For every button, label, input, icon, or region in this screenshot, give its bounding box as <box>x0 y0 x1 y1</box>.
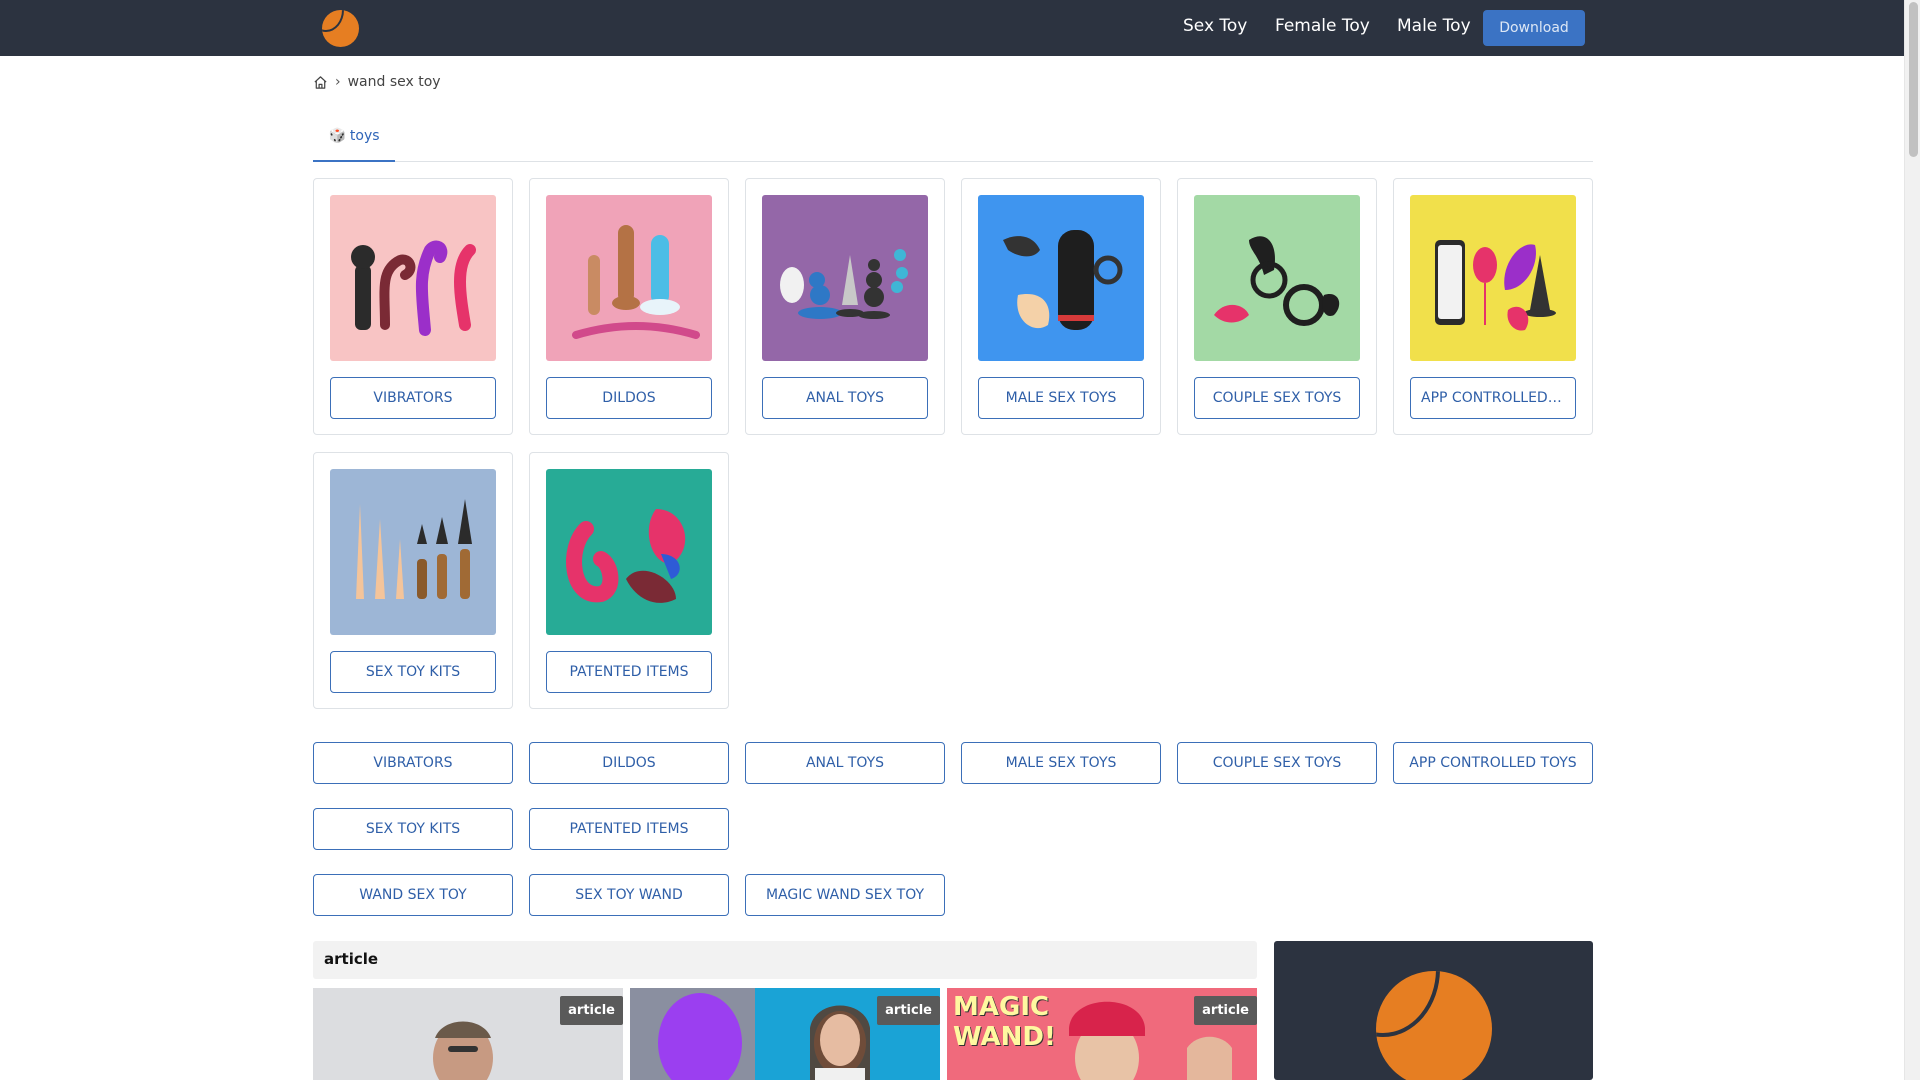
category-link-vibrators[interactable]: VIBRATORS <box>313 742 513 784</box>
couple-sex-toys-image[interactable] <box>1194 195 1360 361</box>
tab-label: toys <box>349 128 380 144</box>
vibrators-image[interactable] <box>330 195 496 361</box>
article-overlay-text: MAGIC WAND! <box>953 992 1056 1052</box>
article-thumbnail[interactable]: article <box>313 988 623 1080</box>
nav-link-female-toy[interactable]: Female Toy <box>1275 16 1370 36</box>
category-link-dildos[interactable]: DILDOS <box>529 742 729 784</box>
category-card-sex-toy-kits: SEX TOY KITS <box>313 452 513 709</box>
category-card-app-controlled-toys: APP CONTROLLED TOYS <box>1393 178 1593 435</box>
article-badge: article <box>877 996 940 1025</box>
breadcrumb: › wand sex toy <box>313 72 441 92</box>
category-link-app-controlled-toys[interactable]: APP CONTROLLED TOYS <box>1393 742 1593 784</box>
download-button[interactable]: Download <box>1483 10 1585 46</box>
vibrators-button[interactable]: VIBRATORS <box>330 377 496 419</box>
category-link-anal-toys[interactable]: ANAL TOYS <box>745 742 945 784</box>
male-sex-toys-button[interactable]: MALE SEX TOYS <box>978 377 1144 419</box>
app-controlled-toys-image[interactable] <box>1410 195 1576 361</box>
sidebar-logo-panel <box>1274 941 1593 1080</box>
category-card-patented-items: PATENTED ITEMS <box>529 452 729 709</box>
related-link-magic-wand-sex-toy[interactable]: MAGIC WAND SEX TOY <box>745 874 945 916</box>
category-link-male-sex-toys[interactable]: MALE SEX TOYS <box>961 742 1161 784</box>
category-tabs: 🎲 toys <box>313 112 1593 162</box>
related-link-wand-sex-toy[interactable]: WAND SEX TOY <box>313 874 513 916</box>
category-link-sex-toy-kits[interactable]: SEX TOY KITS <box>313 808 513 850</box>
article-thumbnail[interactable]: MAGIC WAND! article <box>947 988 1257 1080</box>
dildos-image[interactable] <box>546 195 712 361</box>
sex-toy-kits-image[interactable] <box>330 469 496 635</box>
category-card-vibrators: VIBRATORS <box>313 178 513 435</box>
breadcrumb-current: wand sex toy <box>347 74 441 90</box>
couple-sex-toys-button[interactable]: COUPLE SEX TOYS <box>1194 377 1360 419</box>
article-thumbnail[interactable]: article <box>630 988 940 1080</box>
top-navbar: Sex Toy Female Toy Male Toy Download <box>0 0 1904 56</box>
dice-icon: 🎲 <box>328 128 346 144</box>
article-badge: article <box>1194 996 1257 1025</box>
home-icon[interactable] <box>313 75 328 90</box>
nav-link-male-toy[interactable]: Male Toy <box>1397 16 1471 36</box>
article-section-heading: article <box>313 941 1257 979</box>
scrollbar-thumb[interactable] <box>1909 2 1918 157</box>
article-badge: article <box>560 996 623 1025</box>
male-sex-toys-image[interactable] <box>978 195 1144 361</box>
page-scrollbar[interactable] <box>1904 0 1920 1080</box>
anal-toys-image[interactable] <box>762 195 928 361</box>
site-logo <box>1376 971 1492 1080</box>
nav-link-sex-toy[interactable]: Sex Toy <box>1183 16 1247 36</box>
app-controlled-toys-button[interactable]: APP CONTROLLED TOYS <box>1410 377 1576 419</box>
category-card-couple-sex-toys: COUPLE SEX TOYS <box>1177 178 1377 435</box>
category-card-anal-toys: ANAL TOYS <box>745 178 945 435</box>
patented-items-image[interactable] <box>546 469 712 635</box>
chevron-right-icon: › <box>335 74 341 90</box>
category-card-dildos: DILDOS <box>529 178 729 435</box>
category-card-male-sex-toys: MALE SEX TOYS <box>961 178 1161 435</box>
category-link-couple-sex-toys[interactable]: COUPLE SEX TOYS <box>1177 742 1377 784</box>
site-logo[interactable] <box>322 10 359 47</box>
related-link-sex-toy-wand[interactable]: SEX TOY WAND <box>529 874 729 916</box>
sex-toy-kits-button[interactable]: SEX TOY KITS <box>330 651 496 693</box>
category-link-patented-items[interactable]: PATENTED ITEMS <box>529 808 729 850</box>
patented-items-button[interactable]: PATENTED ITEMS <box>546 651 712 693</box>
anal-toys-button[interactable]: ANAL TOYS <box>762 377 928 419</box>
tab-toys[interactable]: 🎲 toys <box>313 112 395 162</box>
dildos-button[interactable]: DILDOS <box>546 377 712 419</box>
